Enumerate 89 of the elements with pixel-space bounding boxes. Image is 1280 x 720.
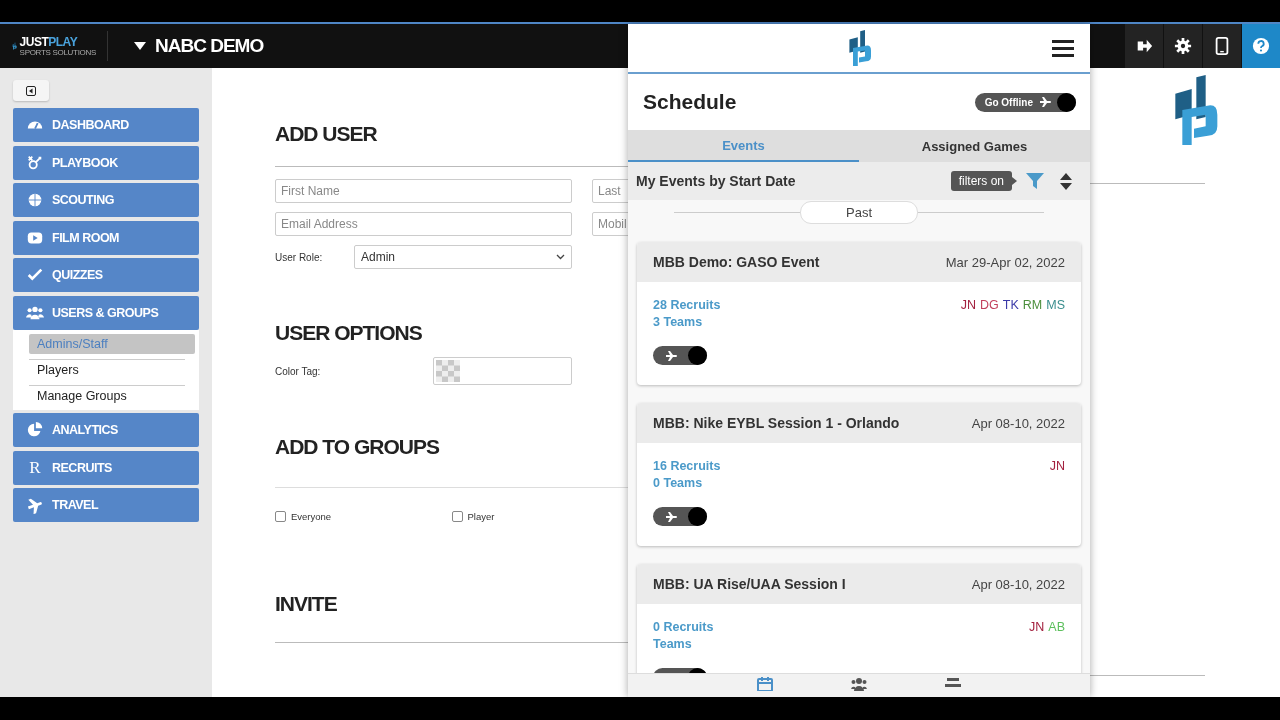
letter-icon: R — [26, 457, 44, 478]
event-card[interactable]: MBB: UA Rise/UAA Session I Apr 08-10, 2022 0 Recruits Teams JN AB — [637, 564, 1081, 673]
section-heading: ADD TO GROUPS — [275, 435, 440, 459]
calendar-icon[interactable] — [757, 677, 773, 691]
tab[interactable]: Assigned Games — [859, 130, 1090, 162]
help-button[interactable] — [1241, 24, 1280, 68]
nav-item[interactable]: DASHBOARD — [13, 108, 199, 142]
nav-item[interactable]: FILM ROOM — [13, 220, 199, 255]
staff-initials: DG — [980, 298, 999, 314]
submenu-item[interactable]: Admins/Staff — [29, 333, 195, 354]
staff-initials: AB — [1048, 620, 1065, 636]
section-heading: INVITE — [275, 592, 338, 616]
checkbox-label: Player — [467, 511, 495, 522]
section-heading: USER OPTIONS — [275, 321, 423, 345]
plane-icon — [26, 496, 44, 514]
tablet-icon — [1213, 37, 1231, 55]
field-label: Color Tag: — [275, 365, 322, 377]
checkbox[interactable] — [451, 511, 463, 522]
recruits-link[interactable]: 28 Recruits — [653, 298, 721, 312]
offline-toggle[interactable] — [653, 346, 707, 365]
collapse-icon — [26, 85, 36, 96]
text-field[interactable]: Last — [592, 179, 628, 203]
staff-initials: TK — [1002, 298, 1019, 314]
nav-item[interactable]: TRAVEL — [13, 488, 199, 522]
staff-initials: JN — [960, 298, 977, 314]
checkbox-label: Everyone — [291, 511, 332, 522]
nav-item[interactable]: QUIZZES — [13, 258, 199, 292]
event-card[interactable]: MBB Demo: GASO Event Mar 29-Apr 02, 2022 28 Recruits 3 Teams JN DG TK RM MS — [637, 242, 1081, 385]
caret-icon[interactable] — [134, 42, 146, 50]
staff-initials: JN — [1029, 620, 1045, 636]
offline-toggle[interactable]: Go Offline — [974, 92, 1076, 112]
nav-item[interactable]: PLAYBOOK — [13, 145, 199, 180]
recruits-link[interactable]: 16 Recruits — [653, 459, 721, 473]
tablet-button[interactable] — [1202, 24, 1241, 68]
section-label: Past — [800, 200, 918, 224]
team-selector[interactable]: NABC DEMO — [155, 35, 264, 57]
logout-button[interactable] — [1124, 24, 1163, 68]
nav-item[interactable]: R RECRUITS — [13, 450, 199, 485]
nav-item[interactable]: SCOUTING — [13, 183, 199, 217]
event-name: MBB: UA Rise/UAA Session I — [653, 576, 846, 592]
people-icon[interactable] — [851, 677, 867, 691]
section-heading: ADD USER — [275, 122, 378, 146]
tooltip-pointer-icon — [1012, 177, 1017, 185]
filter-icon[interactable] — [1026, 172, 1044, 190]
plane-icon — [665, 349, 677, 362]
plane-icon — [665, 510, 677, 523]
event-dates: Apr 08-10, 2022 — [971, 415, 1065, 431]
nav-item[interactable]: USERS & GROUPS — [13, 295, 199, 330]
logo-tagline: SPORTS SOLUTIONS — [19, 47, 96, 57]
offline-toggle[interactable] — [653, 507, 707, 526]
menu-icon[interactable] — [1052, 40, 1074, 57]
text-field[interactable]: First Name — [275, 179, 572, 203]
collapse-button[interactable] — [13, 80, 49, 101]
logo-icon — [846, 30, 872, 66]
teams-link[interactable]: 0 Teams — [653, 476, 721, 490]
event-name: MBB Demo: GASO Event — [653, 254, 820, 270]
event-name: MBB: Nike EYBL Session 1 - Orlando — [653, 415, 900, 431]
filter-tooltip: filters on — [950, 171, 1012, 191]
text-field[interactable]: Mobil — [592, 212, 628, 236]
help-icon — [1252, 37, 1270, 55]
staff-initials: MS — [1046, 298, 1065, 314]
sort-icon[interactable] — [1060, 172, 1072, 190]
settings-icon — [1174, 37, 1192, 55]
recruits-link[interactable]: 0 Recruits — [653, 620, 714, 634]
settings-button[interactable] — [1163, 24, 1202, 68]
event-dates: Apr 08-10, 2022 — [971, 576, 1065, 592]
play-diagram-icon — [26, 153, 44, 172]
text-field[interactable]: Email Address — [275, 212, 572, 236]
staff-initials: RM — [1022, 298, 1043, 314]
submenu-item[interactable]: Players — [29, 358, 185, 380]
event-dates: Mar 29-Apr 02, 2022 — [945, 254, 1065, 270]
logo-text: JUSTPLAY — [19, 35, 79, 48]
pie-chart-icon — [26, 421, 44, 439]
field-label: User Role: — [275, 251, 324, 263]
plane-icon — [1039, 96, 1051, 108]
event-card[interactable]: MBB: Nike EYBL Session 1 - Orlando Apr 08-10, 2022 16 Recruits 0 Teams JN — [637, 403, 1081, 546]
page-title: Schedule — [643, 90, 737, 114]
teams-link[interactable]: Teams — [653, 637, 714, 651]
transparent-swatch-icon — [436, 360, 460, 382]
role-dropdown[interactable]: Admin — [354, 245, 572, 269]
submenu-item[interactable]: Manage Groups — [29, 384, 185, 406]
basketball-icon — [26, 191, 44, 209]
staff-initials: JN — [1049, 459, 1065, 475]
nav-item[interactable]: ANALYTICS — [13, 413, 199, 447]
list-heading: My Events by Start Date — [636, 173, 797, 189]
checkbox[interactable] — [275, 511, 286, 522]
chevron-icon — [556, 254, 565, 260]
color-picker[interactable] — [433, 357, 572, 385]
teams-link[interactable]: 3 Teams — [653, 315, 721, 329]
